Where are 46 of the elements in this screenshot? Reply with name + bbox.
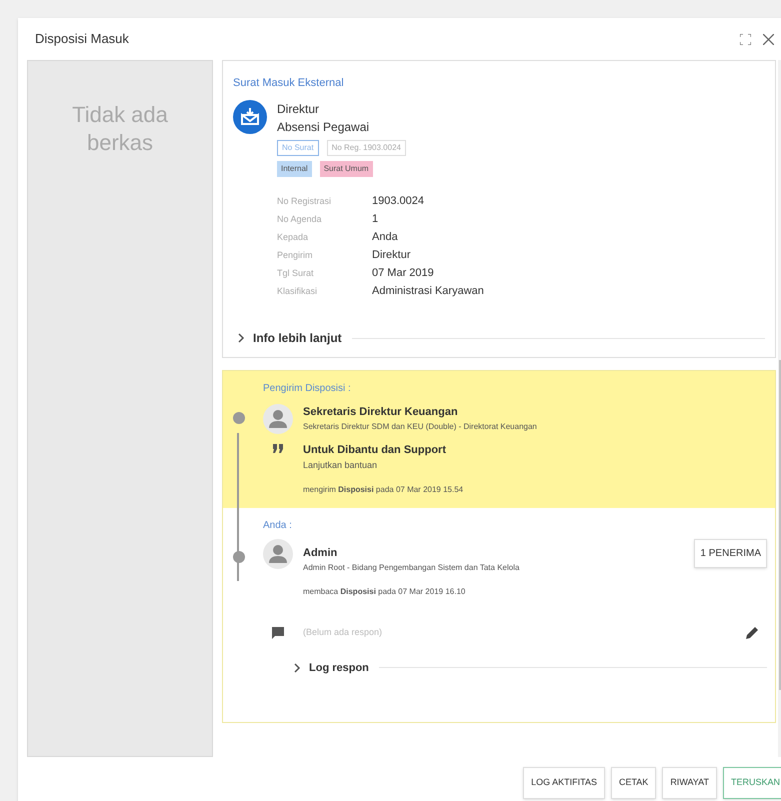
recipient-name: Admin: [303, 546, 338, 561]
instruction-title: Untuk Dibantu dan Support: [303, 443, 447, 458]
letter-sender: Direktur: [277, 100, 320, 118]
quote-icon: [273, 444, 283, 453]
field-value: 1903.0024: [372, 194, 425, 208]
person-avatar-icon: [263, 539, 293, 569]
more-info-toggle[interactable]: Info lebih lanjut: [237, 329, 342, 347]
field-label: Pengirim: [277, 248, 314, 262]
person-avatar-icon: [263, 404, 293, 434]
field-value: Anda: [372, 230, 399, 244]
pencil-icon[interactable]: [745, 626, 759, 640]
letter-chip: No Reg. 1903.0024: [326, 140, 406, 156]
response-field[interactable]: (Belum ada respon): [303, 626, 735, 640]
footer-button[interactable]: CETAK: [610, 767, 656, 798]
fullscreen-icon[interactable]: [740, 34, 751, 44]
field-label: No Registrasi: [277, 194, 332, 208]
log-response-toggle[interactable]: Log respon: [293, 660, 369, 676]
field-value: 07 Mar 2019: [372, 266, 435, 280]
dialog-title: Disposisi Masuk: [35, 30, 130, 48]
comment-icon: [272, 626, 284, 638]
letter-tag: Internal: [277, 160, 312, 176]
sender-role: Sekretaris Direktur SDM dan KEU (Double) - Direktorat Keuangan: [303, 420, 537, 432]
sent-activity-text: mengirim Disposisi pada 07 Mar 2019 15.54: [303, 484, 464, 496]
letter-tag: Surat Umum: [320, 160, 373, 176]
footer-button[interactable]: LOG AKTIFITAS: [523, 767, 605, 798]
letter-category: Surat Masuk Eksternal: [233, 76, 345, 91]
section-heading: Pengirim Disposisi :: [263, 382, 352, 396]
instruction-note: Lanjutkan bantuan: [303, 458, 378, 472]
read-activity-text: membaca Disposisi pada 07 Mar 2019 16.10: [303, 586, 466, 598]
field-value: Administrasi Karyawan: [372, 284, 484, 298]
footer-button[interactable]: RIWAYAT: [662, 767, 717, 798]
field-label: No Agenda: [277, 212, 323, 226]
sender-name: Sekretaris Direktur Keuangan: [303, 405, 459, 420]
letter-chip: No Surat: [277, 140, 319, 156]
field-label: Tgl Surat: [277, 266, 315, 280]
empty-files-text: Tidak ada berkas: [71, 101, 169, 157]
close-icon[interactable]: [763, 34, 774, 44]
recipient-role: Admin Root - Bidang Pengembangan Sistem dan Tata Kelola: [303, 562, 520, 574]
field-value: 1: [372, 212, 380, 226]
recipients-button[interactable]: 1 PENERIMA: [694, 539, 767, 568]
field-label: Kepada: [277, 230, 310, 244]
mail-download-icon: [233, 100, 267, 134]
field-label: Klasifikasi: [277, 284, 318, 298]
section-heading: Anda :: [263, 519, 293, 533]
field-value: Direktur: [372, 248, 412, 262]
letter-subject: Absensi Pegawai: [277, 118, 370, 136]
